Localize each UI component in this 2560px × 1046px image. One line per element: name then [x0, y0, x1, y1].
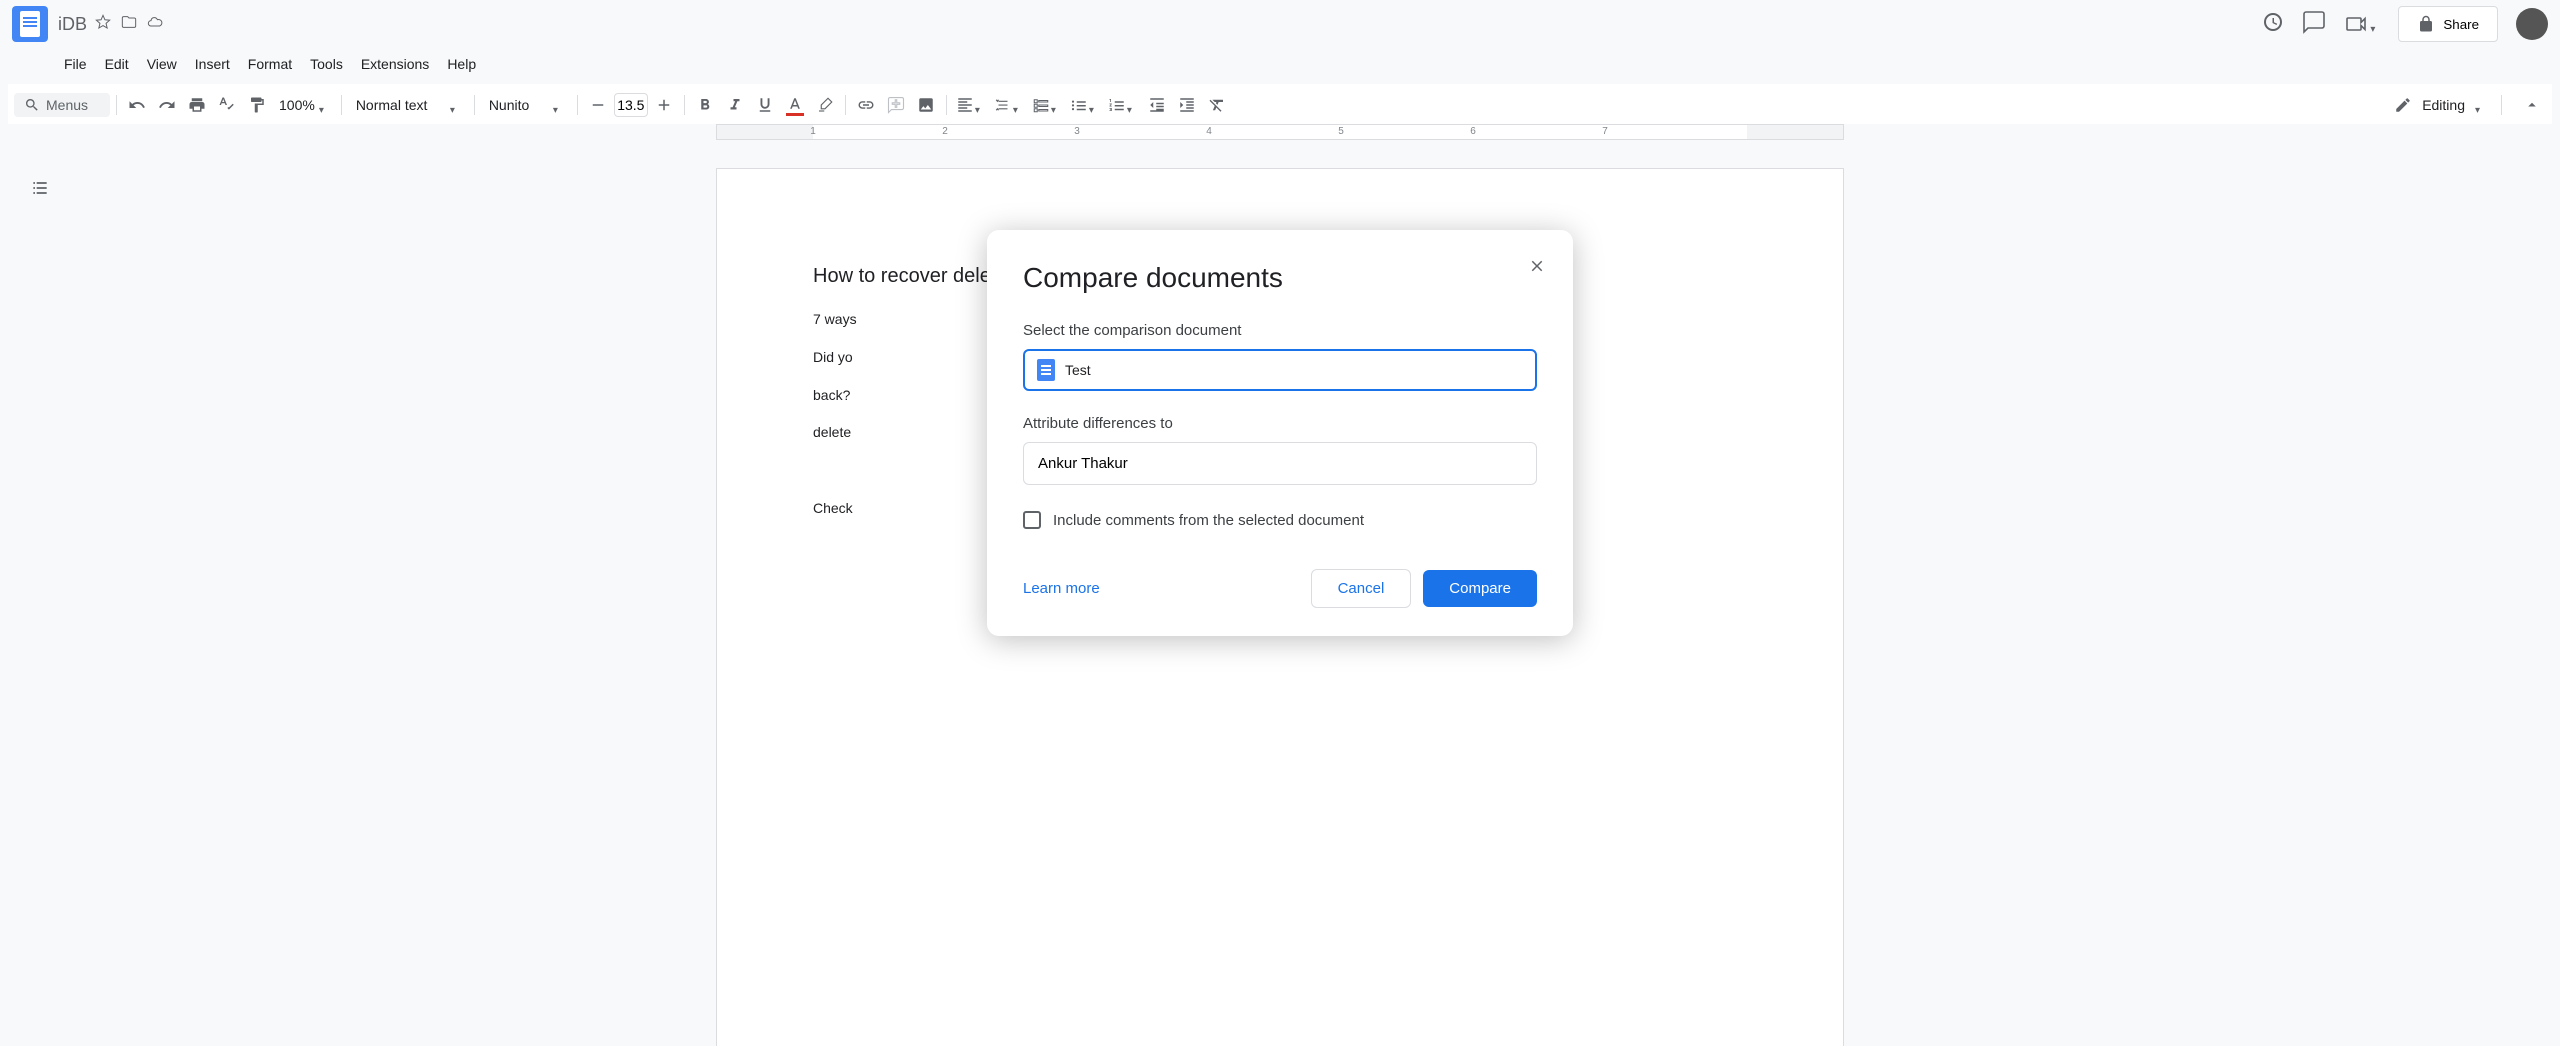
select-doc-label: Select the comparison document: [1023, 322, 1537, 339]
include-comments-row[interactable]: Include comments from the selected docum…: [1023, 511, 1537, 529]
attribute-input[interactable]: [1023, 442, 1537, 485]
dialog-actions: Learn more Cancel Compare: [1023, 569, 1537, 608]
attribute-label: Attribute differences to: [1023, 415, 1537, 432]
include-comments-checkbox[interactable]: [1023, 511, 1041, 529]
include-comments-label: Include comments from the selected docum…: [1053, 512, 1364, 529]
selected-doc-name: Test: [1065, 362, 1091, 378]
dialog-scrim: Compare documents Select the comparison …: [0, 0, 2560, 1042]
cancel-button[interactable]: Cancel: [1311, 569, 1412, 608]
compare-button[interactable]: Compare: [1423, 570, 1537, 607]
compare-documents-dialog: Compare documents Select the comparison …: [987, 230, 1573, 636]
dialog-title: Compare documents: [1023, 262, 1537, 294]
close-icon: [1528, 257, 1546, 275]
comparison-document-picker[interactable]: Test: [1023, 349, 1537, 391]
docs-file-icon: [1037, 359, 1055, 381]
close-button[interactable]: [1523, 252, 1551, 280]
learn-more-link[interactable]: Learn more: [1023, 580, 1100, 597]
